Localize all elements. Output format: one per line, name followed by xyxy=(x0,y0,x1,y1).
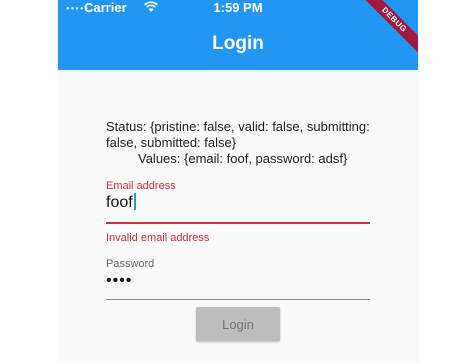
email-field[interactable]: foof xyxy=(106,193,136,212)
status-bar: ●●●●● Carrier 1:59 PM xyxy=(58,0,418,16)
clock: 1:59 PM xyxy=(213,0,263,15)
email-error-text: Invalid email address xyxy=(106,232,210,244)
password-field-underline xyxy=(106,299,370,300)
text-cursor xyxy=(133,193,136,210)
form-status-text: Status: {pristine: false, valid: false, … xyxy=(106,119,376,167)
password-field-label: Password xyxy=(106,258,155,270)
password-field[interactable]: •••• xyxy=(106,272,132,290)
page-title: Login xyxy=(212,33,264,54)
email-field-label: Email address xyxy=(106,180,176,192)
status-line: Status: {pristine: false, valid: false, … xyxy=(106,119,370,150)
values-line: Values: {email: foof, password: adsf} xyxy=(138,151,348,166)
app-bar: ●●●●● Carrier 1:59 PM Login DEBUG xyxy=(58,0,418,70)
login-button[interactable]: Login xyxy=(196,307,280,341)
email-field-value: foof xyxy=(106,194,133,211)
phone-screen: ●●●●● Carrier 1:59 PM Login DEBUG Status… xyxy=(58,0,418,363)
email-field-underline xyxy=(106,222,370,224)
